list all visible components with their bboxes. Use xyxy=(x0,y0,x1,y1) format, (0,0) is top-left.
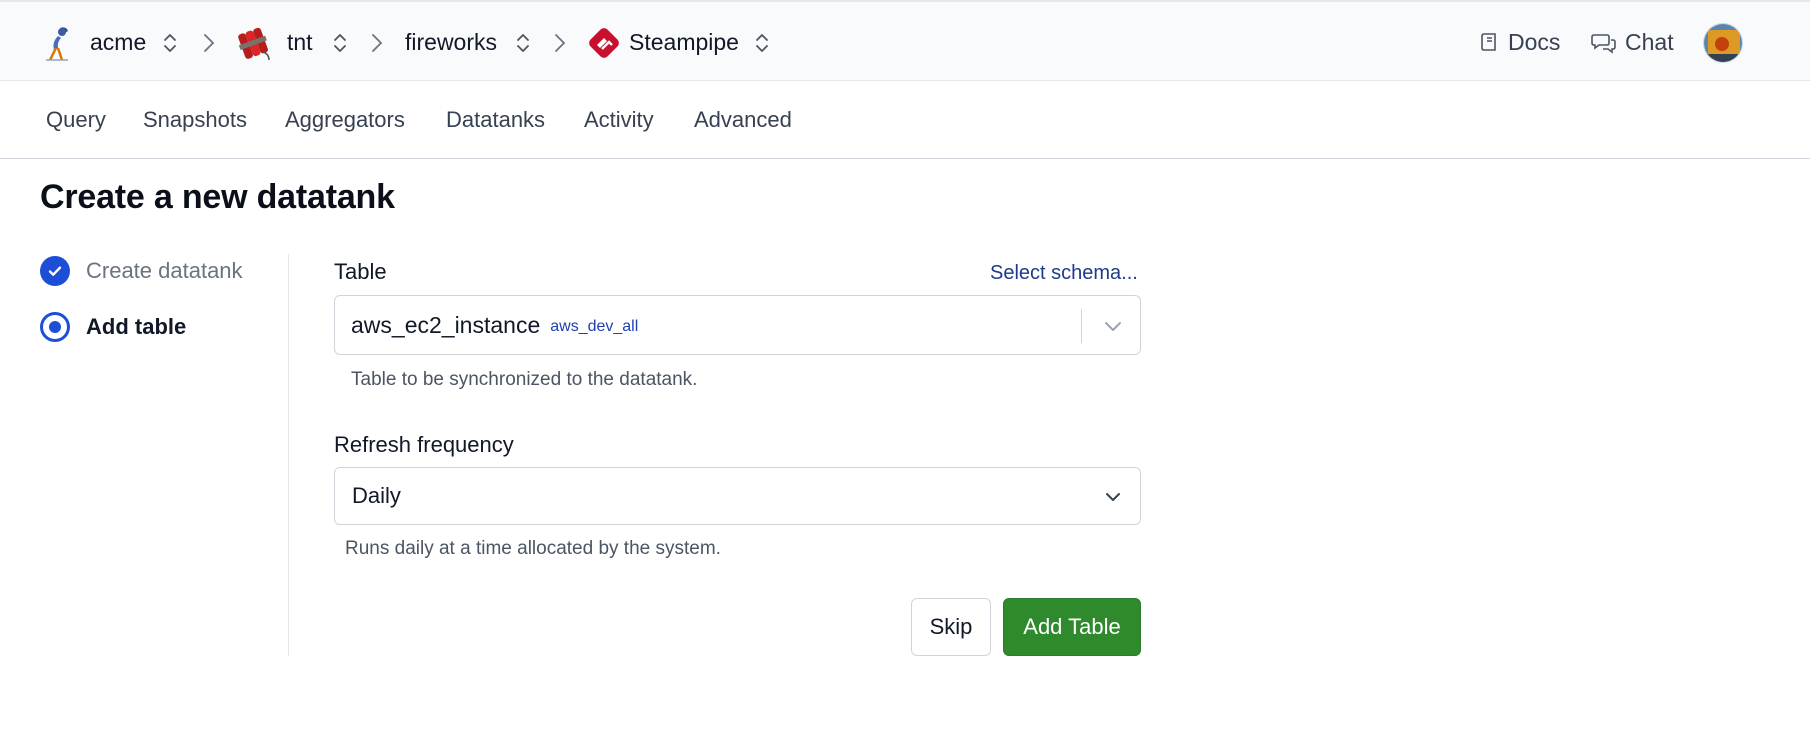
skip-button[interactable]: Skip xyxy=(911,598,991,656)
tnt-logo-icon xyxy=(238,27,270,61)
refresh-frequency-label: Refresh frequency xyxy=(334,432,514,457)
tab-query-label: Query xyxy=(46,107,106,132)
refresh-help-text: Runs daily at a time allocated by the sy… xyxy=(345,538,721,559)
tab-activity-label: Activity xyxy=(584,107,654,132)
docs-link[interactable]: Docs xyxy=(1480,2,1560,83)
chevron-up-down-icon[interactable] xyxy=(331,31,349,55)
chevron-up-down-icon[interactable] xyxy=(753,31,771,55)
breadcrumb-workspace-label: tnt xyxy=(287,29,313,55)
table-select[interactable]: aws_ec2_instance aws_dev_all xyxy=(334,295,1141,355)
tab-bar: Query Snapshots Aggregators Datatanks Ac… xyxy=(0,81,1810,159)
step-add-table-label: Add table xyxy=(86,314,187,339)
step-add-table[interactable]: Add table xyxy=(40,312,186,342)
docs-label: Docs xyxy=(1508,29,1561,55)
check-circle-icon xyxy=(40,256,70,286)
breadcrumb-org[interactable]: acme xyxy=(90,2,146,83)
breadcrumb-integration-label: Steampipe xyxy=(629,29,739,55)
chat-label: Chat xyxy=(1625,29,1674,55)
tab-datatanks-label: Datatanks xyxy=(446,107,546,132)
table-label: Table xyxy=(334,259,387,284)
chevron-right-icon xyxy=(204,34,215,52)
breadcrumb-org-label: acme xyxy=(90,29,147,55)
select-schema-link[interactable]: Select schema... xyxy=(990,262,1138,285)
table-name: aws_ec2_instance xyxy=(351,311,541,338)
tab-activity[interactable]: Activity xyxy=(584,81,654,159)
table-select-value: aws_ec2_instance aws_dev_all xyxy=(351,296,638,354)
tab-aggregators[interactable]: Aggregators xyxy=(285,81,405,159)
chevron-down-icon[interactable] xyxy=(1101,485,1125,509)
chat-bubbles-icon xyxy=(1591,33,1616,54)
avatar-image-icon xyxy=(1704,24,1742,62)
tab-snapshots[interactable]: Snapshots xyxy=(143,81,247,159)
breadcrumb-workspace[interactable]: tnt xyxy=(287,2,313,83)
add-table-button[interactable]: Add Table xyxy=(1003,598,1141,656)
steps-divider xyxy=(288,254,289,656)
step-create-datatank-label: Create datatank xyxy=(86,258,243,283)
chevron-down-icon[interactable] xyxy=(1101,314,1125,338)
tab-aggregators-label: Aggregators xyxy=(285,107,405,132)
refresh-frequency-value: Daily xyxy=(352,483,401,508)
user-avatar[interactable] xyxy=(1703,23,1743,63)
roadrunner-logo-icon xyxy=(46,27,68,61)
chevron-up-down-icon[interactable] xyxy=(161,31,179,55)
select-indicator-divider xyxy=(1081,309,1082,343)
page-title: Create a new datatank xyxy=(40,178,395,216)
tab-query[interactable]: Query xyxy=(46,81,106,159)
chevron-up-down-icon[interactable] xyxy=(514,31,532,55)
steampipe-logo-icon xyxy=(589,28,619,58)
chevron-right-icon xyxy=(555,34,566,52)
tab-datatanks[interactable]: Datatanks xyxy=(446,81,545,159)
chevron-right-icon xyxy=(372,34,383,52)
chat-link[interactable]: Chat xyxy=(1591,2,1674,83)
table-schema: aws_dev_all xyxy=(550,318,639,335)
tab-advanced-label: Advanced xyxy=(694,107,792,132)
breadcrumb-integration[interactable]: Steampipe xyxy=(629,2,739,83)
top-bar: acme tnt fireworks Steampipe Docs Chat xyxy=(0,0,1810,81)
book-icon xyxy=(1481,32,1496,51)
table-help-text: Table to be synchronized to the datatank… xyxy=(351,369,698,390)
step-create-datatank[interactable]: Create datatank xyxy=(40,256,243,286)
breadcrumb-project-label: fireworks xyxy=(405,29,498,55)
refresh-frequency-select[interactable]: Daily xyxy=(334,467,1141,525)
breadcrumb-project[interactable]: fireworks xyxy=(405,2,497,83)
current-step-icon xyxy=(40,312,70,342)
tab-advanced[interactable]: Advanced xyxy=(694,81,792,159)
tab-snapshots-label: Snapshots xyxy=(143,107,247,132)
